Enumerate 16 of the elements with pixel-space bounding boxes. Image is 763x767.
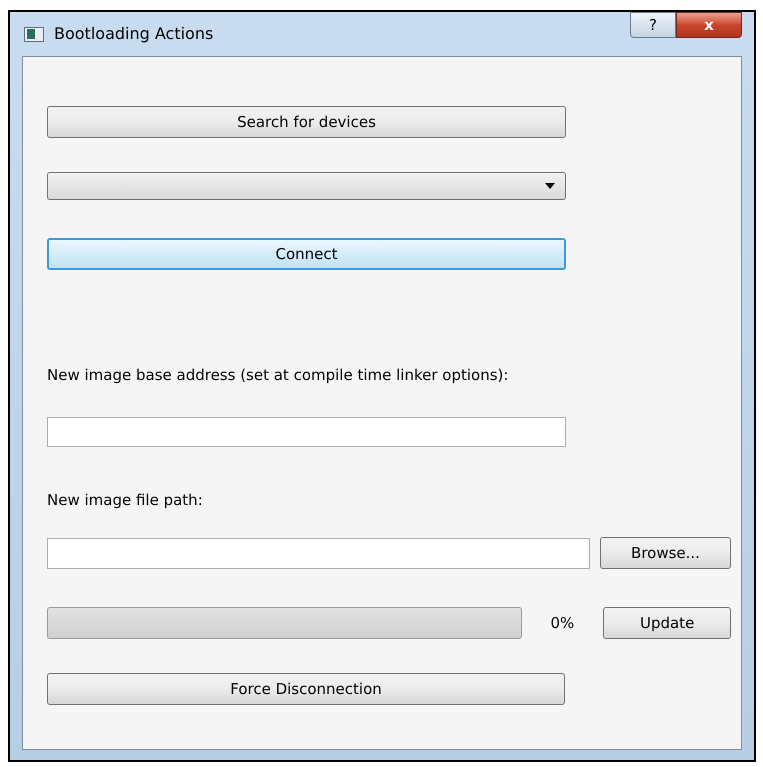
base-address-field[interactable] <box>47 416 566 446</box>
update-button[interactable]: Update <box>603 607 731 639</box>
window-title: Bootloading Actions <box>54 23 214 45</box>
browse-button[interactable]: Browse... <box>600 537 731 569</box>
force-disconnection-button[interactable]: Force Disconnection <box>47 673 565 705</box>
close-button[interactable]: x <box>676 12 742 38</box>
connect-button[interactable]: Connect <box>47 238 566 270</box>
file-path-label: New image file path: <box>47 490 204 510</box>
progress-percent: 0% <box>550 612 574 634</box>
dropdown-caret-icon <box>545 183 555 189</box>
search-devices-button[interactable]: Search for devices <box>47 106 566 138</box>
device-dropdown[interactable] <box>47 172 566 200</box>
app-icon <box>24 26 44 42</box>
help-button[interactable]: ? <box>630 12 676 38</box>
base-address-label: New image base address (set at compile time linker options): <box>47 365 510 386</box>
file-path-field[interactable] <box>47 538 590 568</box>
